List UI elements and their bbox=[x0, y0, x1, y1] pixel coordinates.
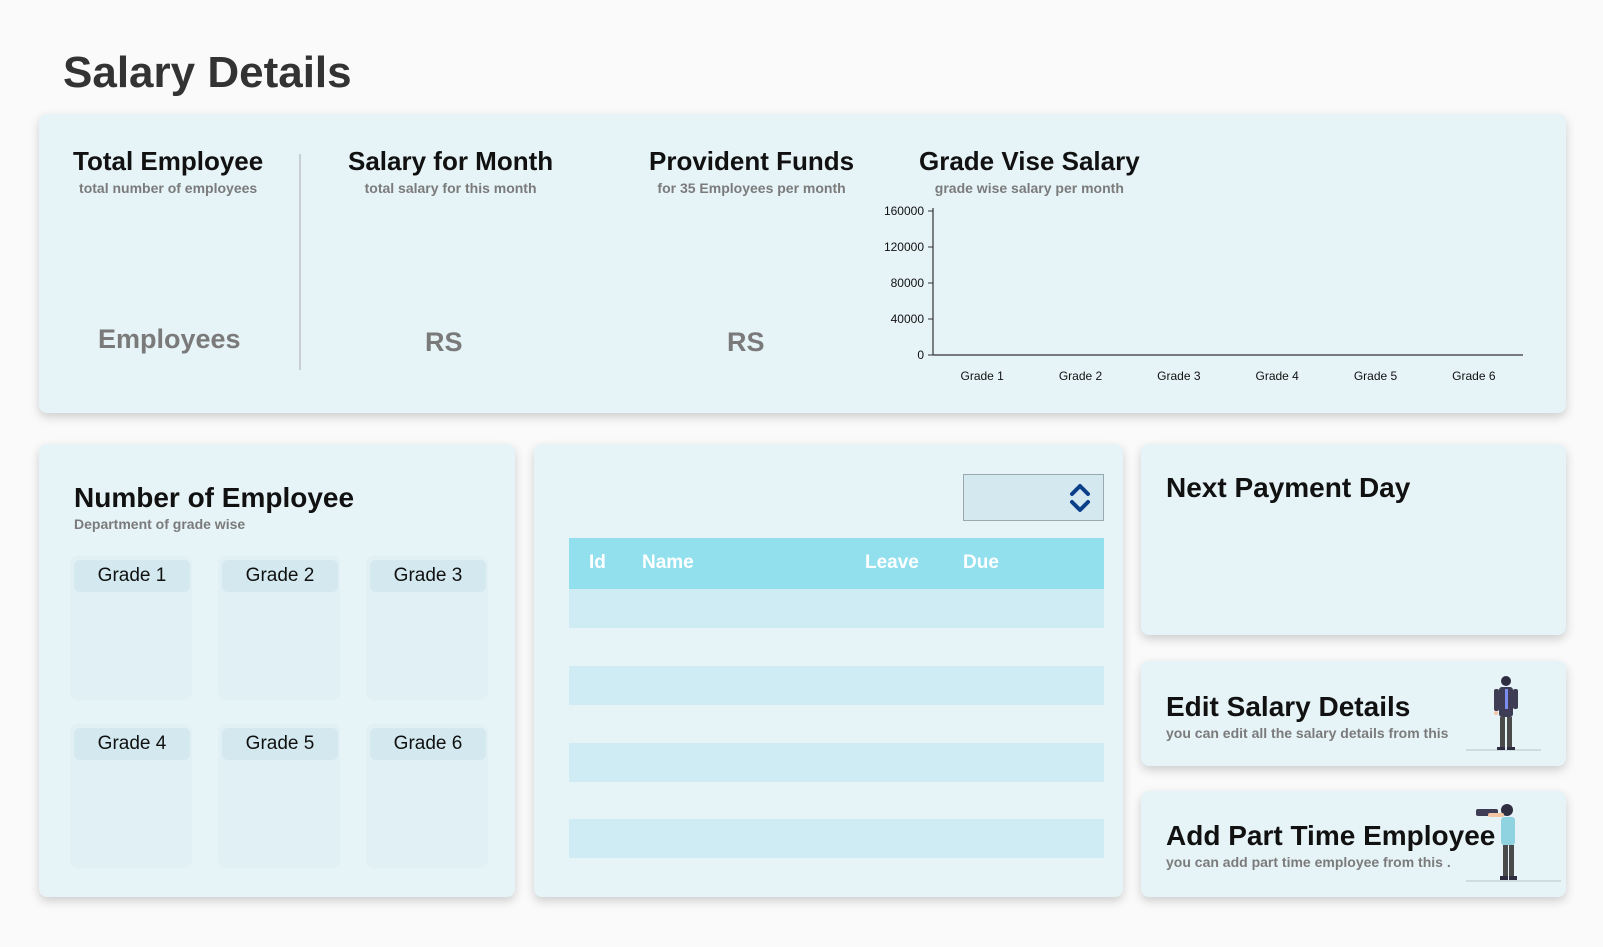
table-row[interactable] bbox=[569, 743, 1104, 782]
y-tick-label: 80000 bbox=[891, 276, 925, 290]
x-tick-label: Grade 1 bbox=[960, 369, 1004, 383]
grade-box-3[interactable]: Grade 3 bbox=[366, 556, 488, 700]
grade-label: Grade 6 bbox=[370, 728, 486, 760]
grade-box-2[interactable]: Grade 2 bbox=[218, 556, 340, 700]
x-tick-label: Grade 2 bbox=[1059, 369, 1103, 383]
card-title: Edit Salary Details bbox=[1166, 691, 1411, 722]
table-header: Id Name Leave Due bbox=[569, 538, 1104, 589]
x-tick-label: Grade 3 bbox=[1157, 369, 1201, 383]
number-of-employee-card: Number of Employee Department of grade w… bbox=[39, 444, 515, 897]
column-header-name[interactable]: Name bbox=[642, 552, 694, 574]
card-title: Number of Employee bbox=[74, 482, 355, 513]
grade-box-5[interactable]: Grade 5 bbox=[218, 724, 340, 868]
up-down-chevron-icon bbox=[1070, 483, 1090, 512]
grade-label: Grade 5 bbox=[222, 728, 338, 760]
card-subtitle: you can edit all the salary details from… bbox=[1166, 725, 1449, 741]
table-row[interactable] bbox=[569, 666, 1104, 705]
x-tick-label: Grade 6 bbox=[1452, 369, 1496, 383]
grade-box-6[interactable]: Grade 6 bbox=[366, 724, 488, 868]
grade-box-1[interactable]: Grade 1 bbox=[70, 556, 192, 700]
card-title: Add Part Time Employee bbox=[1166, 820, 1496, 851]
column-header-due[interactable]: Due bbox=[963, 552, 999, 574]
x-tick-label: Grade 5 bbox=[1354, 369, 1398, 383]
next-payment-card: Next Payment Day bbox=[1141, 444, 1566, 635]
card-subtitle: you can add part time employee from this… bbox=[1166, 854, 1451, 870]
column-header-leave[interactable]: Leave bbox=[865, 552, 919, 574]
grade-label: Grade 4 bbox=[74, 728, 190, 760]
standing-man-illustration bbox=[1466, 676, 1541, 751]
table-row[interactable] bbox=[569, 589, 1104, 628]
grade-salary-chart: 0 40000 80000 120000 160000 Grade 1 Grade 2 Gra… bbox=[884, 204, 1523, 383]
stats-card: Total Employee total number of employees… bbox=[39, 114, 1566, 413]
x-tick-label: Grade 4 bbox=[1255, 369, 1299, 383]
card-subtitle: Department of grade wise bbox=[74, 516, 246, 532]
add-part-time-card[interactable]: Add Part Time Employee you can add part … bbox=[1141, 791, 1566, 897]
sort-select[interactable] bbox=[963, 474, 1104, 521]
grade-label: Grade 3 bbox=[370, 560, 486, 592]
y-tick-label: 120000 bbox=[884, 240, 924, 254]
grade-label: Grade 2 bbox=[222, 560, 338, 592]
grade-label: Grade 1 bbox=[74, 560, 190, 592]
grade-box-4[interactable]: Grade 4 bbox=[70, 724, 192, 868]
edit-salary-card[interactable]: Edit Salary Details you can edit all the… bbox=[1141, 661, 1566, 766]
man-with-binoculars-illustration bbox=[1466, 804, 1561, 882]
page-title: Salary Details bbox=[63, 48, 352, 97]
table-row[interactable] bbox=[569, 819, 1104, 858]
y-tick-label: 40000 bbox=[891, 312, 925, 326]
y-tick-label: 160000 bbox=[884, 204, 924, 218]
employee-table-card: Id Name Leave Due bbox=[534, 444, 1123, 897]
card-title: Next Payment Day bbox=[1166, 472, 1411, 503]
column-header-id[interactable]: Id bbox=[589, 552, 606, 574]
y-tick-label: 0 bbox=[917, 348, 924, 362]
